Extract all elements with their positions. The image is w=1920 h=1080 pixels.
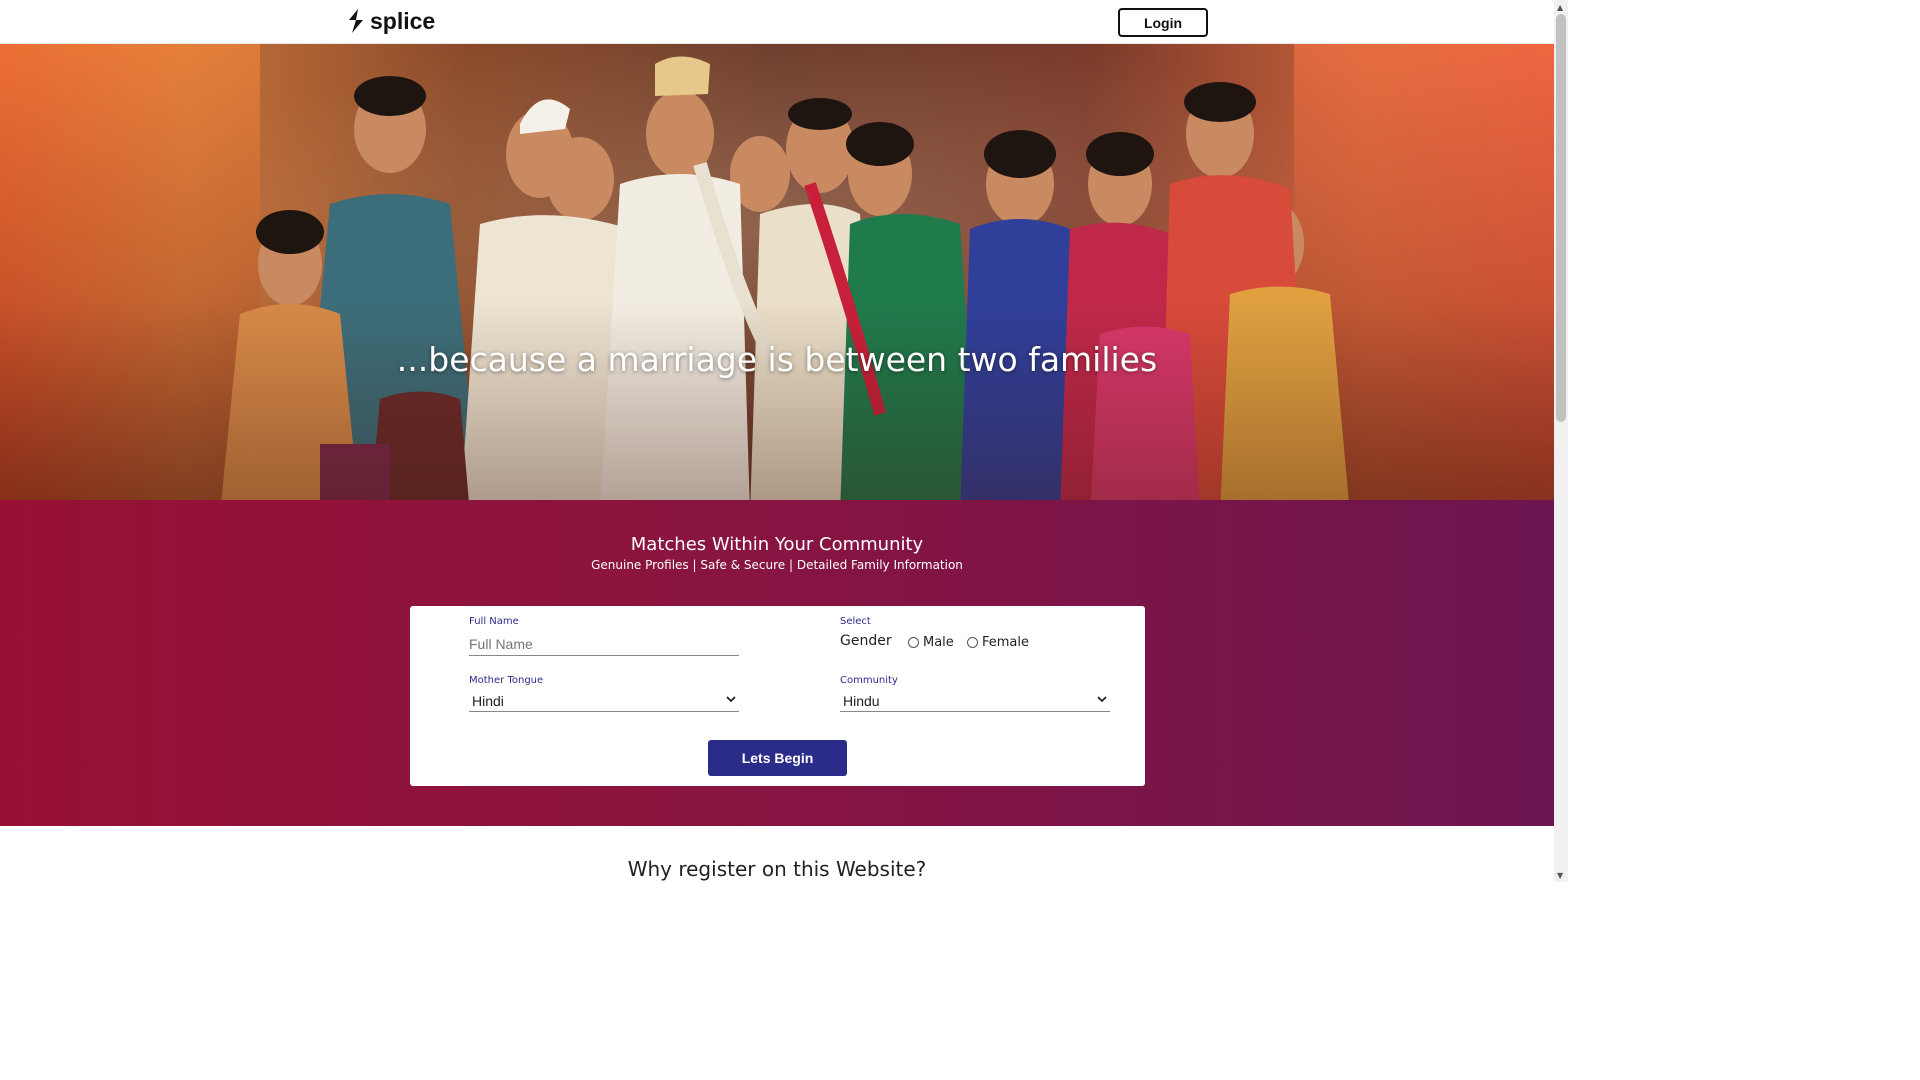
login-button[interactable]: Login: [1118, 8, 1208, 37]
lets-begin-button[interactable]: Lets Begin: [708, 740, 847, 776]
female-radio[interactable]: [967, 637, 978, 648]
hero-shade: [0, 300, 1554, 500]
scroll-up-arrow-icon[interactable]: ▲: [1557, 3, 1563, 12]
chevron-down-icon: [726, 696, 736, 703]
hero-tagline: ...because a marriage is between two fam…: [396, 340, 1158, 379]
community-label: Community: [840, 675, 898, 686]
scrollbar-thumb[interactable]: [1556, 14, 1566, 422]
female-option-label[interactable]: Female: [982, 635, 1029, 650]
mother-tongue-label: Mother Tongue: [469, 675, 544, 686]
gender-label: Gender: [840, 633, 892, 649]
registration-section: Matches Within Your Community Genuine Pr…: [0, 500, 1554, 826]
top-header: splice Login: [0, 0, 1554, 44]
community-select[interactable]: Hindu: [840, 691, 1110, 712]
mother-tongue-select[interactable]: Hindi: [469, 691, 739, 712]
registration-subtitle: Genuine Profiles | Safe & Secure | Detai…: [591, 558, 963, 572]
male-option-label[interactable]: Male: [923, 635, 954, 650]
gender-select-label: Select: [840, 616, 871, 627]
hero-banner: ...because a marriage is between two fam…: [0, 44, 1554, 500]
male-radio[interactable]: [908, 637, 919, 648]
full-name-label: Full Name: [469, 616, 519, 627]
splice-logo[interactable]: splice: [346, 6, 435, 36]
registration-title: Matches Within Your Community: [630, 534, 924, 555]
page-scrollbar[interactable]: ▲ ▼: [1554, 0, 1568, 882]
chevron-down-icon: [1097, 696, 1107, 703]
registration-form: Full Name Select Gender Male Female Moth…: [410, 606, 1145, 786]
scroll-down-arrow-icon[interactable]: ▼: [1557, 871, 1563, 880]
mother-tongue-value: Hindi: [472, 693, 504, 709]
logo-text: splice: [370, 7, 436, 34]
community-value: Hindu: [843, 693, 880, 709]
full-name-input[interactable]: [469, 633, 739, 656]
why-register-heading: Why register on this Website?: [627, 857, 927, 881]
splice-logo-icon: [349, 9, 363, 33]
